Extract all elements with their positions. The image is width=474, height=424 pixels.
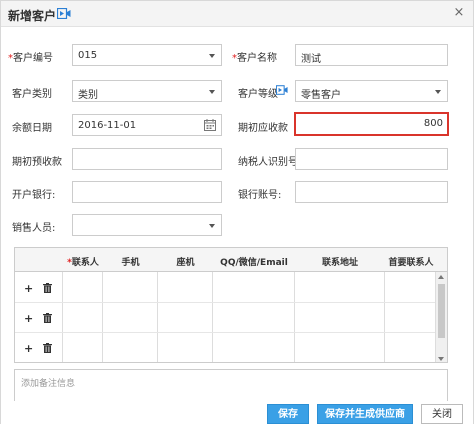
balance-date-label: 余额日期	[12, 123, 52, 134]
video-icon[interactable]	[57, 8, 71, 19]
opening-receivable-label: 期初应收款	[238, 123, 288, 134]
opening-receivable-input[interactable]: 800	[294, 112, 449, 136]
scroll-up-icon[interactable]	[438, 275, 444, 279]
opening-prepaid-input[interactable]	[72, 148, 222, 170]
table-row: +	[15, 333, 435, 362]
customer-code-select[interactable]: 015	[72, 44, 222, 66]
bank-account-input[interactable]	[295, 181, 448, 203]
close-button[interactable]: 关闭	[421, 404, 463, 424]
balance-date-input[interactable]: 2016-11-01	[72, 114, 222, 136]
scrollbar-thumb[interactable]	[438, 284, 445, 338]
trash-icon[interactable]	[43, 283, 52, 293]
customer-level-select[interactable]: 零售客户	[295, 80, 448, 102]
chevron-down-icon	[209, 54, 215, 58]
opening-prepaid-label: 期初预收款	[12, 157, 62, 168]
taxpayer-id-label: 纳税人识别号:	[238, 157, 302, 168]
customer-name-input[interactable]: 测试	[295, 44, 448, 66]
col-header-qq-wechat-email: QQ/微信/Email	[220, 258, 288, 268]
video-icon[interactable]	[276, 85, 288, 95]
chevron-down-icon	[209, 90, 215, 94]
table-row: +	[15, 273, 435, 303]
save-button[interactable]: 保存	[267, 404, 309, 424]
close-icon[interactable]: ×	[451, 5, 467, 21]
grid-vertical-scrollbar[interactable]	[435, 272, 447, 362]
contacts-grid-header: *联系人 手机 座机 QQ/微信/Email 联系地址 首要联系人	[15, 248, 447, 272]
bank-label: 开户银行:	[12, 190, 56, 201]
col-header-address: 联系地址	[321, 258, 358, 268]
customer-type-select[interactable]: 类别	[72, 80, 222, 102]
customer-type-label: 客户类别	[12, 89, 52, 100]
add-customer-dialog: 新增客户 × *客户编号 015 *客户名称 测试 客户类别 类别 客户等级 零…	[0, 0, 474, 424]
col-header-phone: 座机	[176, 258, 195, 268]
bank-account-label: 银行账号:	[238, 190, 282, 201]
salesperson-label: 销售人员:	[12, 223, 56, 234]
chevron-down-icon	[435, 90, 441, 94]
taxpayer-id-input[interactable]	[295, 148, 448, 170]
col-header-contact: *联系人	[67, 258, 99, 268]
customer-level-label: 客户等级	[238, 89, 278, 100]
save-and-create-supplier-button[interactable]: 保存并生成供应商	[317, 404, 413, 424]
calendar-icon[interactable]	[204, 119, 216, 131]
contacts-grid: *联系人 手机 座机 QQ/微信/Email 联系地址 首要联系人 + + +	[14, 247, 448, 363]
salesperson-select[interactable]	[72, 214, 222, 236]
trash-icon[interactable]	[43, 313, 52, 323]
notes-placeholder: 添加备注信息	[21, 379, 76, 389]
dialog-titlebar: 新增客户 ×	[1, 1, 473, 27]
scroll-down-icon[interactable]	[438, 357, 444, 361]
dialog-title: 新增客户	[8, 9, 57, 23]
customer-code-label: *客户编号	[8, 53, 53, 64]
col-header-primary-contact: 首要联系人	[388, 258, 434, 268]
bank-input[interactable]	[72, 181, 222, 203]
customer-name-label: *客户名称	[232, 53, 277, 64]
chevron-down-icon	[209, 224, 215, 228]
plus-icon[interactable]: +	[24, 342, 33, 355]
table-row: +	[15, 303, 435, 333]
col-header-mobile: 手机	[121, 258, 140, 268]
dialog-footer: 保存 保存并生成供应商 关闭	[1, 401, 473, 424]
plus-icon[interactable]: +	[24, 312, 33, 325]
trash-icon[interactable]	[43, 343, 52, 353]
plus-icon[interactable]: +	[24, 282, 33, 295]
